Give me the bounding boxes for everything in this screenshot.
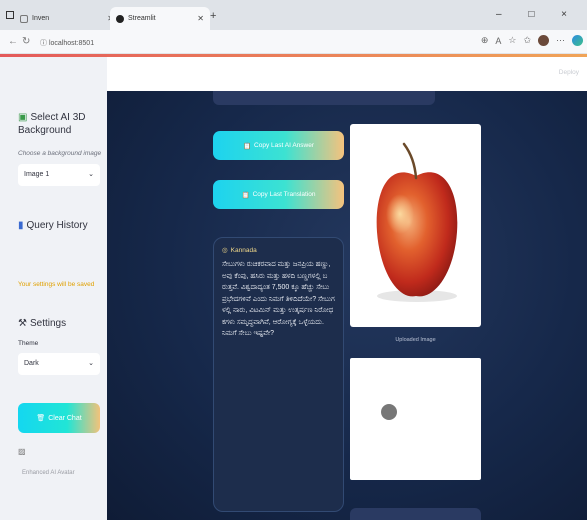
settings-warning: Your settings will be saved bbox=[18, 281, 95, 288]
more-icon[interactable]: ⋯ bbox=[556, 35, 565, 46]
clear-chat-button[interactable]: 🗑 Clear Chat bbox=[18, 403, 100, 433]
trash-icon: 🗑 bbox=[36, 415, 46, 422]
browser-tab-streamlit[interactable]: Streamlit ✕ bbox=[110, 7, 210, 30]
back-icon[interactable]: ← bbox=[8, 36, 18, 47]
background-select[interactable]: Image 1 ⌄ bbox=[18, 164, 100, 186]
sidebar: ▣ Select AI 3D Background Choose a backgr… bbox=[0, 57, 107, 520]
settings-heading: ⚒ Settings bbox=[18, 318, 67, 329]
theme-label: Theme bbox=[18, 340, 39, 347]
globe-icon: ◎ bbox=[222, 247, 228, 254]
browser-tab-inven[interactable]: Inven ✕ bbox=[14, 7, 120, 30]
info-icon: ⓘ bbox=[40, 40, 49, 47]
read-aloud-icon[interactable]: A bbox=[495, 36, 501, 46]
theme-select[interactable]: Dark ⌄ bbox=[18, 353, 100, 375]
copy-translation-button[interactable]: 📋 Copy Last Translation bbox=[213, 180, 344, 209]
apple-image bbox=[376, 142, 458, 302]
clipboard-icon: 📋 bbox=[242, 142, 252, 150]
chat-input-container bbox=[213, 91, 435, 105]
answer-language: ◎ Kannada bbox=[222, 247, 257, 254]
background-select-value: Image 1 bbox=[24, 171, 50, 178]
url-field[interactable]: ⓘ localhost:8501 bbox=[40, 38, 94, 48]
uploaded-image bbox=[350, 124, 481, 327]
window-menu-icon[interactable] bbox=[6, 11, 14, 19]
clipboard-icon: 📋 bbox=[241, 191, 250, 199]
theme-select-value: Dark bbox=[24, 360, 39, 367]
favorite-icon[interactable]: ☆ bbox=[508, 35, 516, 46]
image-caption: Uploaded Image bbox=[395, 337, 436, 343]
main-header: Deploy bbox=[107, 57, 587, 91]
background-caption: Choose a background image bbox=[18, 150, 102, 157]
tab-favicon-icon bbox=[20, 14, 28, 23]
tab-label: Streamlit bbox=[128, 15, 156, 22]
broken-image-icon: ▨ bbox=[18, 447, 26, 456]
gear-icon: ⚒ bbox=[18, 318, 27, 329]
tab-label: Inven bbox=[32, 15, 50, 22]
browser-tab-bar: Inven ✕ Streamlit ✕ + – □ × bbox=[0, 0, 587, 30]
address-bar: ← ↻ ⓘ localhost:8501 ⊕ A ☆ ✩ ⋯ bbox=[0, 30, 587, 54]
favorites-bar-icon[interactable]: ✩ bbox=[523, 35, 531, 46]
books-icon: ▮ bbox=[18, 220, 24, 231]
zoom-icon[interactable]: ⊕ bbox=[481, 35, 489, 46]
chevron-down-icon: ⌄ bbox=[88, 360, 94, 367]
avatar-caption: Enhanced AI Avatar bbox=[22, 470, 75, 476]
profile-avatar[interactable] bbox=[538, 35, 549, 46]
copy-answer-button[interactable]: 📋 Copy Last AI Answer bbox=[213, 131, 344, 160]
loading-dot bbox=[381, 404, 397, 420]
bottom-container bbox=[350, 508, 481, 520]
main-background bbox=[107, 91, 587, 520]
browser-toolbar: ⊕ A ☆ ✩ ⋯ bbox=[481, 35, 583, 46]
deploy-button[interactable]: Deploy bbox=[559, 69, 579, 76]
copilot-icon[interactable] bbox=[572, 35, 583, 46]
translation-card: ◎ Kannada ಸೇಬುಗಳು ರುಚಿಕರವಾದ ಮತ್ತು ಜನಪ್ರಿಯ… bbox=[213, 237, 344, 512]
answer-text: ಸೇಬುಗಳು ರುಚಿಕರವಾದ ಮತ್ತು ಜನಪ್ರಿಯ ಹಣ್ಣು, ಅ… bbox=[222, 261, 335, 337]
url-text: localhost:8501 bbox=[48, 40, 95, 47]
query-history-heading[interactable]: ▮ Query History bbox=[18, 219, 88, 232]
new-tab-button[interactable]: + bbox=[210, 10, 216, 22]
tab-favicon-icon bbox=[116, 14, 124, 23]
reload-icon[interactable]: ↻ bbox=[22, 36, 30, 47]
close-tab-icon[interactable]: ✕ bbox=[197, 14, 204, 23]
picture-icon: ▣ bbox=[18, 112, 28, 123]
background-heading: ▣ Select AI 3D Background bbox=[18, 112, 86, 136]
window-controls[interactable]: – □ × bbox=[496, 9, 579, 20]
generated-output-card bbox=[350, 358, 481, 480]
chevron-down-icon: ⌄ bbox=[88, 171, 94, 178]
